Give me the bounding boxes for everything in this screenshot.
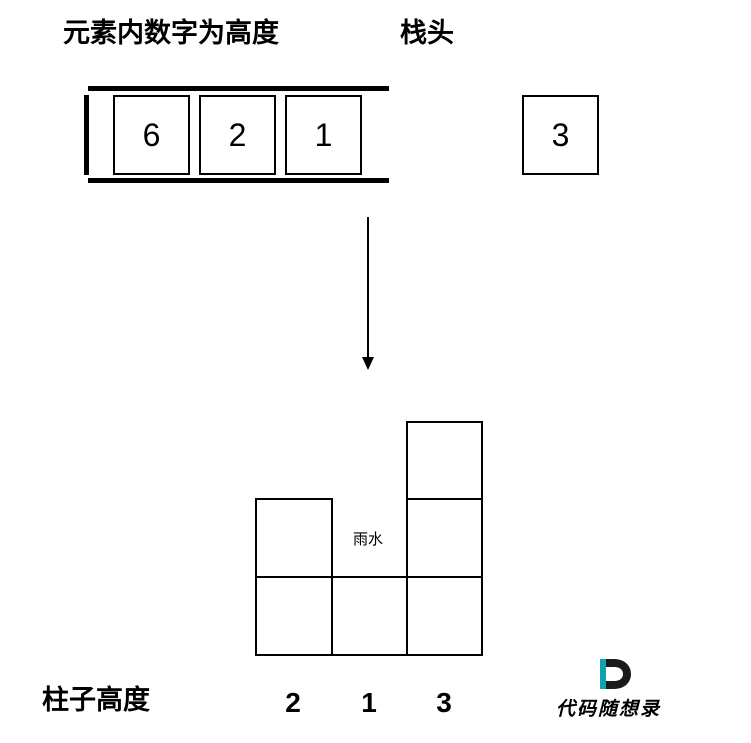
column-3-cell-2 bbox=[406, 498, 483, 578]
column-height-caption: 柱子高度 bbox=[42, 685, 150, 716]
column-height-1: 2 bbox=[285, 687, 301, 718]
down-arrow-icon bbox=[362, 217, 374, 370]
column-height-3: 3 bbox=[436, 687, 452, 718]
column-2-cell-1 bbox=[331, 576, 408, 656]
stack-bottom-rail bbox=[88, 178, 389, 183]
column-3-cell-1 bbox=[406, 576, 483, 656]
column-height-2: 1 bbox=[361, 687, 377, 718]
logo-d-icon bbox=[600, 659, 631, 689]
column-3-cell-3 bbox=[406, 421, 483, 500]
stack-element-2: 2 bbox=[199, 95, 276, 175]
column-1-cell-2 bbox=[255, 498, 333, 578]
stack-head-element: 3 bbox=[522, 95, 599, 175]
stack-element-3: 1 bbox=[285, 95, 362, 175]
stack-top-rail bbox=[88, 86, 389, 91]
stack-element-1: 6 bbox=[113, 95, 190, 175]
stack-bottom-wall bbox=[84, 95, 89, 175]
stack-top-caption: 栈头 bbox=[400, 18, 454, 49]
logo-text: 代码随想录 bbox=[556, 698, 662, 720]
column-1-cell-1 bbox=[255, 576, 333, 656]
rain-water-label: 雨水 bbox=[353, 530, 384, 548]
element-value-caption: 元素内数字为高度 bbox=[63, 18, 279, 49]
